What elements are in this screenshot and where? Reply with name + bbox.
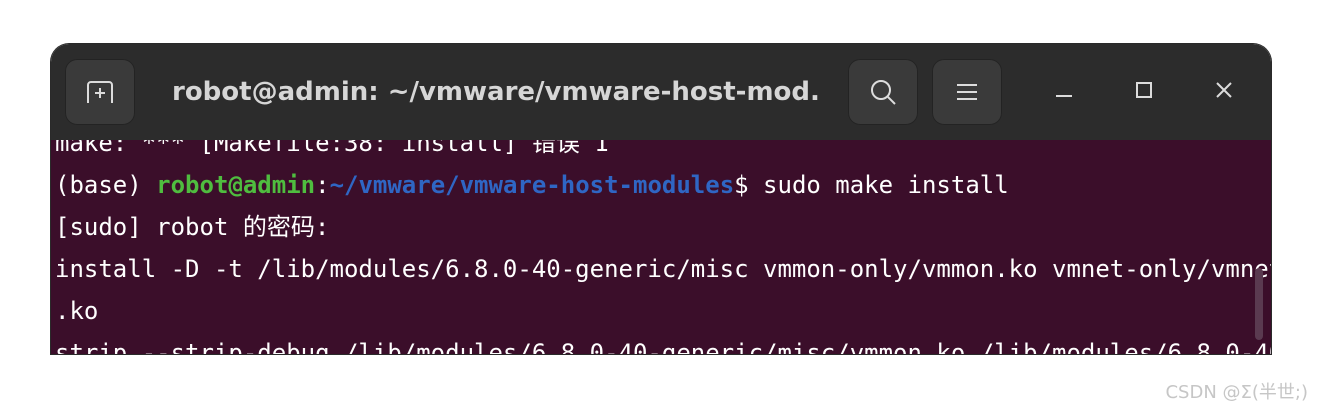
terminal-line: [sudo] robot 的密码: [55, 213, 330, 241]
terminal-line: strip --strip-debug /lib/modules/6.8.0-4… [55, 339, 1271, 354]
maximize-icon [1134, 80, 1154, 105]
prompt-separator: : [315, 171, 330, 199]
search-icon [868, 77, 898, 107]
prompt-path: ~/vmware/vmware-host-modules [329, 171, 735, 199]
title-bar: robot@admin: ~/vmware/vmware-host-mod... [51, 44, 1271, 140]
terminal-line: .ko [55, 297, 99, 325]
watermark: CSDN @Σ(半世;) [1165, 382, 1308, 403]
prompt-user-host: robot@admin [156, 171, 316, 199]
conda-env-prefix: (base) [55, 171, 157, 199]
terminal-output[interactable]: make: *** [Makefile:38: install] 错误 1 (b… [51, 140, 1271, 354]
terminal-line: make: *** [Makefile:38: install] 错误 1 [55, 140, 609, 157]
hamburger-menu-icon [955, 82, 979, 102]
window-title: robot@admin: ~/vmware/vmware-host-mod... [172, 77, 822, 107]
terminal-prompt-line: (base) robot@admin:~/vmware/vmware-host-… [55, 170, 1009, 200]
prompt-command: $ sudo make install [734, 171, 1009, 199]
close-button[interactable] [1202, 70, 1246, 114]
terminal-window: robot@admin: ~/vmware/vmware-host-mod... [51, 44, 1271, 354]
terminal-scrollbar[interactable] [1255, 268, 1263, 340]
close-icon [1214, 80, 1234, 105]
minimize-icon [1054, 80, 1074, 105]
search-button[interactable] [848, 59, 918, 125]
new-tab-button[interactable] [65, 59, 135, 125]
maximize-button[interactable] [1122, 70, 1166, 114]
minimize-button[interactable] [1042, 70, 1086, 114]
terminal-line: install -D -t /lib/modules/6.8.0-40-gene… [55, 255, 1271, 283]
new-tab-icon [85, 79, 115, 105]
menu-button[interactable] [932, 59, 1002, 125]
